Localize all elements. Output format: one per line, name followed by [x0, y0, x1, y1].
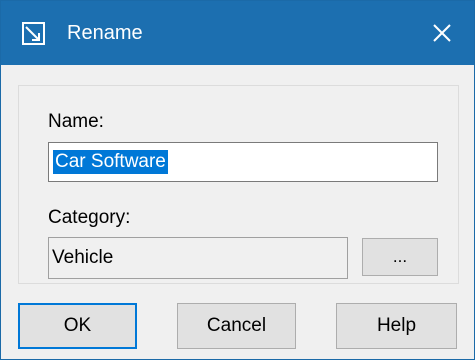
- rename-icon: [22, 22, 45, 45]
- ok-button[interactable]: OK: [18, 303, 137, 349]
- title-bar[interactable]: Rename: [1, 1, 474, 65]
- browse-category-button[interactable]: ...: [362, 238, 438, 276]
- rename-form-group: Name: Car Software Category: Vehicle ...: [18, 85, 459, 284]
- name-input[interactable]: Car Software: [48, 142, 438, 182]
- close-icon: [433, 24, 451, 42]
- name-label: Name:: [48, 111, 104, 132]
- category-label: Category:: [48, 207, 131, 228]
- dialog-title: Rename: [67, 22, 143, 44]
- cancel-button[interactable]: Cancel: [177, 303, 296, 349]
- rename-dialog: Rename Name: Car Software Category: Vehi…: [0, 0, 475, 360]
- close-button[interactable]: [410, 1, 474, 65]
- category-value: Vehicle: [52, 247, 114, 268]
- help-button[interactable]: Help: [336, 303, 457, 349]
- name-input-value: Car Software: [53, 150, 168, 174]
- category-field: Vehicle: [48, 237, 348, 279]
